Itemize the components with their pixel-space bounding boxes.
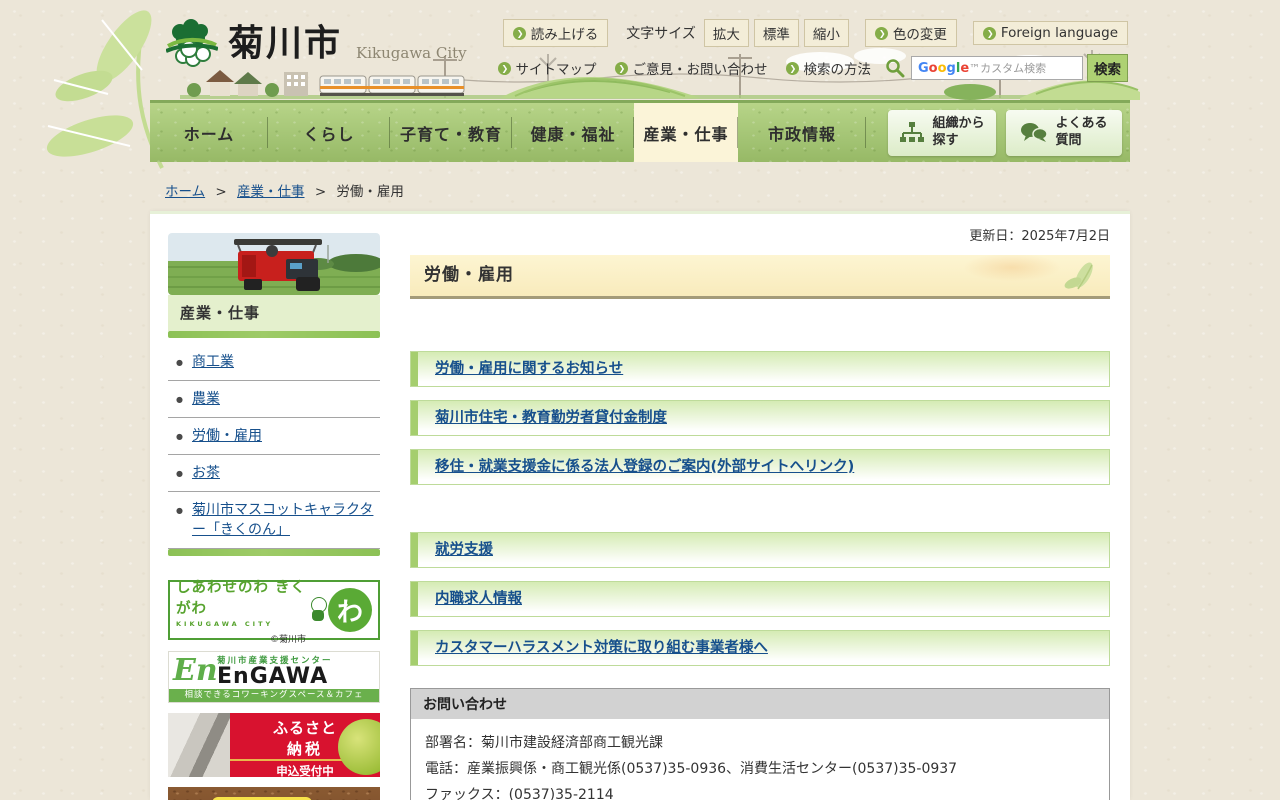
search-input[interactable]: Google™カスタム検索 [911, 56, 1083, 80]
divider [168, 331, 380, 338]
banner-shiawase-subtitle: KIKUGAWA CITY [176, 620, 310, 628]
read-aloud-button[interactable]: 読み上げる [503, 19, 609, 47]
sidebar-photo [168, 233, 380, 295]
org-chart-icon [899, 121, 925, 145]
banner-shiawase-title: しあわせのわ きくがわ [176, 576, 310, 618]
color-change-button[interactable]: 色の変更 [865, 19, 957, 47]
contact-title: お問い合わせ [411, 689, 1109, 719]
banner-furusato[interactable]: ふるさと 納税 申込受付中 [168, 713, 380, 777]
link-box-kashitsukekin[interactable]: 菊川市住宅・教育勤労者貸付金制度 [410, 400, 1110, 436]
breadcrumb-current: 労働・雇用 [336, 184, 404, 200]
main-content: 更新日：2025年7月2日 労働・雇用 労働・雇用に関するお知らせ 菊川市住宅・… [410, 225, 1110, 800]
nav-sangyo[interactable]: 産業・仕事 [634, 103, 738, 162]
font-shrink-button[interactable]: 縮小 [804, 19, 849, 47]
divider [168, 549, 380, 556]
page-title: 労働・雇用 [410, 255, 1110, 299]
sidebar-section-title: 産業・仕事 [168, 295, 380, 331]
contact-fax: ファックス：(0537)35-2114 [425, 786, 1095, 800]
sidebar-item-ocha: お茶 [168, 455, 380, 492]
leaf-icon [1060, 261, 1100, 293]
banner-shiawase[interactable]: しあわせのわ きくがわ KIKUGAWA CITY ©菊川市 わ [168, 580, 380, 640]
contact-phone: 電話：産業振興係・商工観光係(0537)35-0936、消費生活センター(053… [425, 760, 1095, 779]
arrow-circle-icon [875, 27, 888, 40]
arrow-circle-icon [786, 62, 799, 75]
site-logo[interactable]: 菊川市 Kikugawa City [166, 18, 467, 88]
sidebar-item-shokogyo: 商工業 [168, 344, 380, 381]
font-enlarge-button[interactable]: 拡大 [704, 19, 749, 47]
utility-bar-bottom: サイトマップ ご意見・お問い合わせ 検索の方法 Google™カスタム検索 検索 [498, 54, 1129, 82]
faq-button[interactable]: よくある質問 [1006, 110, 1122, 156]
arrow-circle-icon [615, 62, 628, 75]
sitemap-link[interactable]: サイトマップ [498, 58, 597, 78]
engawa-script-logo: En [173, 652, 218, 690]
foreign-language-button[interactable]: Foreign language [973, 21, 1128, 45]
link-group-1: 労働・雇用に関するお知らせ 菊川市住宅・教育勤労者貸付金制度 移住・就業支援金に… [410, 351, 1110, 485]
nav-kurashi[interactable]: くらし [268, 103, 390, 162]
link-box-shuro[interactable]: 就労支援 [410, 532, 1110, 568]
banner-engawa[interactable]: En 菊川市産業支援センター EnGAWA 相談できるコワーキングスペース＆カフ… [168, 651, 380, 703]
contact-department: 部署名：菊川市建設経済部商工観光課 [425, 734, 1095, 753]
feedback-link[interactable]: ご意見・お問い合わせ [615, 58, 768, 78]
nav-kenko[interactable]: 健康・福祉 [512, 103, 634, 162]
banner-engawa-logo: EnGAWA [217, 666, 379, 688]
google-logo: Google [918, 61, 969, 75]
utility-bar-top: 読み上げる 文字サイズ 拡大 標準 縮小 色の変更 Foreign langua… [503, 19, 1128, 47]
nav-shisei[interactable]: 市政情報 [738, 103, 866, 162]
search-placeholder: ™カスタム検索 [969, 62, 1046, 75]
font-size-label: 文字サイズ [626, 23, 696, 43]
wa-mark-icon: わ [328, 588, 372, 632]
site-title-en: Kikugawa City [356, 18, 467, 88]
breadcrumb: ホーム > 産業・仕事 > 労働・雇用 [165, 180, 404, 200]
main-nav: ホーム くらし 子育て・教育 健康・福祉 産業・仕事 市政情報 組織から探す よ… [150, 100, 1130, 162]
sidebar-menu: 商工業 農業 労働・雇用 お茶 菊川市マスコットキャラクター「きくのん」 [168, 344, 380, 549]
breadcrumb-home[interactable]: ホーム [165, 184, 205, 200]
sidebar-item-rodo-koyo: 労働・雇用 [168, 418, 380, 455]
search-help-link[interactable]: 検索の方法 [786, 58, 872, 78]
link-box-ijushugyo[interactable]: 移住・就業支援金に係る法人登録のご案内(外部サイトへリンク) [410, 449, 1110, 485]
arrow-circle-icon [983, 27, 996, 40]
search-icon [885, 58, 905, 78]
banner-engawa-tagline: 相談できるコワーキングスペース＆カフェ [169, 689, 379, 702]
sidebar: 産業・仕事 商工業 農業 労働・雇用 お茶 菊川市マスコットキャラクター「きくの… [168, 233, 380, 800]
site-title: 菊川市 [228, 18, 342, 70]
speech-bubbles-icon [1020, 121, 1048, 145]
sidebar-item-mascot: 菊川市マスコットキャラクター「きくのん」 [168, 492, 380, 549]
search-button[interactable]: 検索 [1087, 54, 1128, 82]
breadcrumb-section[interactable]: 産業・仕事 [237, 184, 305, 200]
arrow-circle-icon [513, 27, 526, 40]
city-emblem-icon [166, 18, 218, 70]
arrow-circle-icon [498, 62, 511, 75]
link-box-oshirase[interactable]: 労働・雇用に関するお知らせ [410, 351, 1110, 387]
nav-kosodate[interactable]: 子育て・教育 [390, 103, 512, 162]
link-group-2: 就労支援 内職求人情報 カスタマーハラスメント対策に取り組む事業者様へ [410, 532, 1110, 666]
site-header: 菊川市 Kikugawa City 読み上げる 文字サイズ 拡大 標準 縮小 色… [0, 0, 1280, 100]
furusato-photo [168, 713, 230, 777]
banner-kikugawa-cha[interactable]: 菊川茶 [168, 787, 380, 800]
kikunon-mascot-icon [310, 597, 326, 623]
link-box-kasuhara[interactable]: カスタマーハラスメント対策に取り組む事業者様へ [410, 630, 1110, 666]
breadcrumb-separator: > [315, 184, 326, 200]
contact-box: お問い合わせ 部署名：菊川市建設経済部商工観光課 電話：産業振興係・商工観光係(… [410, 688, 1110, 800]
sidebar-item-nogyo: 農業 [168, 381, 380, 418]
font-standard-button[interactable]: 標準 [754, 19, 799, 47]
org-search-button[interactable]: 組織から探す [888, 110, 996, 156]
breadcrumb-separator: > [215, 184, 226, 200]
content-area: 産業・仕事 商工業 農業 労働・雇用 お茶 菊川市マスコットキャラクター「きくの… [150, 211, 1130, 800]
updated-date: 更新日：2025年7月2日 [410, 225, 1110, 243]
banner-furusato-line1: ふるさと [273, 717, 337, 738]
nav-home[interactable]: ホーム [150, 103, 268, 162]
banner-shiawase-credit: ©菊川市 [176, 632, 310, 645]
banner-furusato-line2: 納税 [287, 738, 323, 759]
link-box-naishoku[interactable]: 内職求人情報 [410, 581, 1110, 617]
